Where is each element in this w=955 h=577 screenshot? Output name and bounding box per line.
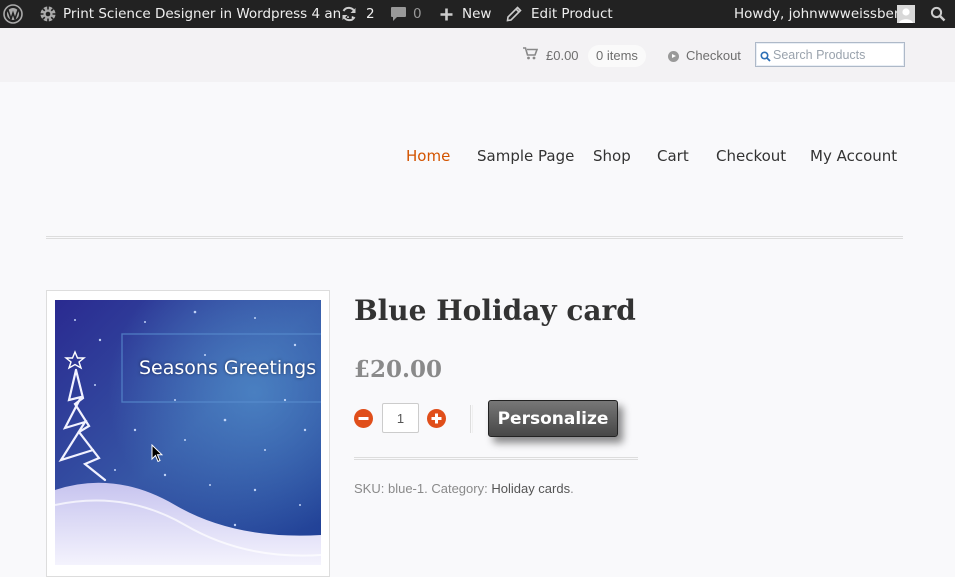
product-meta-divider <box>354 457 638 460</box>
shopping-cart-icon[interactable] <box>523 47 539 65</box>
mouse-cursor-icon <box>151 443 164 468</box>
nav-sample-page[interactable]: Sample Page <box>477 147 574 165</box>
nav-home[interactable]: Home <box>406 147 450 165</box>
site-title-link[interactable]: Print Science Designer in Wordpress 4 an… <box>63 0 355 28</box>
nav-my-account[interactable]: My Account <box>810 147 897 165</box>
quantity-plus-button[interactable] <box>427 409 446 428</box>
product-search[interactable] <box>755 42 905 67</box>
button-divider <box>470 405 471 433</box>
search-icon[interactable] <box>930 0 946 28</box>
wordpress-logo-icon[interactable] <box>3 0 23 28</box>
sku-value: blue-1 <box>387 481 425 496</box>
nav-checkout[interactable]: Checkout <box>716 147 786 165</box>
product-price: £20.00 <box>354 356 443 383</box>
nav-cart[interactable]: Cart <box>657 147 689 165</box>
updates-icon[interactable] <box>340 0 358 28</box>
comments-count[interactable]: 0 <box>413 0 422 28</box>
cart-total[interactable]: £0.00 <box>546 48 579 63</box>
search-magnifier-icon <box>760 49 771 67</box>
product-image[interactable]: Seasons Greetings <box>55 300 321 565</box>
nav-shop[interactable]: Shop <box>593 147 631 165</box>
comments-icon[interactable] <box>390 0 407 28</box>
quantity-minus-button[interactable] <box>354 409 373 428</box>
header-divider <box>46 236 903 239</box>
quantity-input[interactable] <box>382 403 419 433</box>
pencil-icon[interactable] <box>506 0 522 28</box>
search-input[interactable] <box>773 45 901 64</box>
user-avatar-icon[interactable] <box>897 0 915 28</box>
cart-items-count[interactable]: 0 items <box>588 45 646 67</box>
header-checkout-link[interactable]: Checkout <box>686 48 741 63</box>
howdy-user[interactable]: Howdy, johnwwweissberg <box>734 0 908 28</box>
plus-icon[interactable] <box>439 0 454 28</box>
card-greeting-text: Seasons Greetings <box>139 357 317 379</box>
updates-count[interactable]: 2 <box>366 0 375 28</box>
sku-label: SKU: <box>354 481 385 496</box>
product-title: Blue Holiday card <box>354 294 636 327</box>
edit-product-link[interactable]: Edit Product <box>531 0 613 28</box>
category-link[interactable]: Holiday cards <box>491 481 570 496</box>
site-home-icon[interactable] <box>39 0 57 28</box>
product-meta: SKU: blue-1. Category: Holiday cards. <box>354 481 574 496</box>
admin-bar: Print Science Designer in Wordpress 4 an… <box>0 0 955 28</box>
checkout-arrow-icon[interactable] <box>668 51 679 62</box>
category-label: Category: <box>431 481 488 496</box>
personalize-button[interactable]: Personalize <box>488 400 618 437</box>
new-link[interactable]: New <box>462 0 491 28</box>
